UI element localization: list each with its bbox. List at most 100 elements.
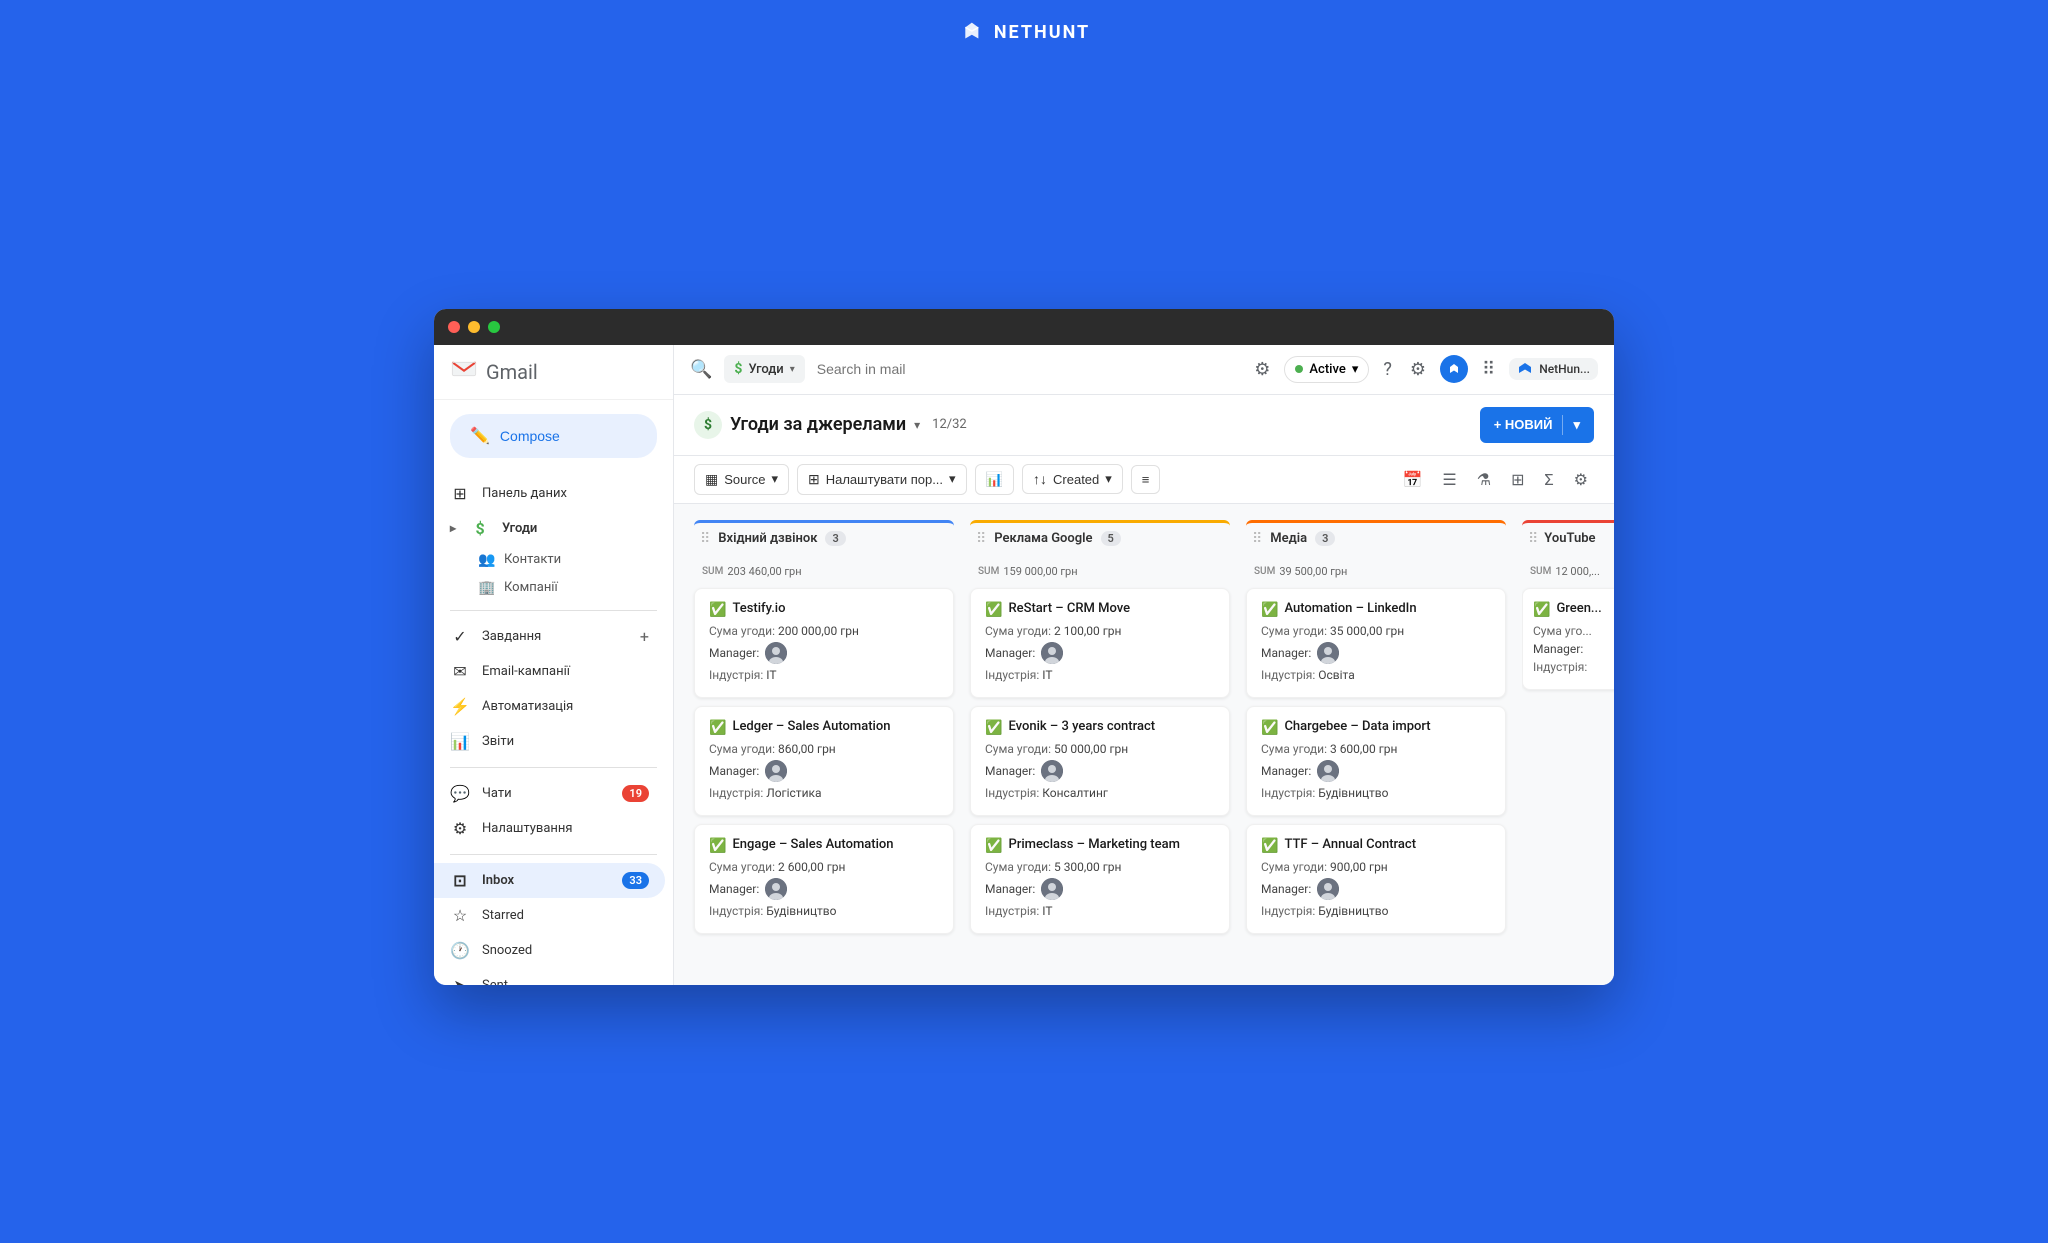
card-amount-ttf: Сума угоди: 900,00 грн bbox=[1261, 860, 1491, 874]
sidebar-item-inbox[interactable]: ⊡ Inbox 33 bbox=[434, 863, 665, 898]
manager-label-7: Manager: bbox=[1261, 646, 1311, 660]
sidebar-item-reports[interactable]: 📊 Звіти bbox=[434, 724, 665, 759]
new-button-divider bbox=[1562, 415, 1563, 435]
sigma-icon[interactable]: Σ bbox=[1539, 464, 1560, 495]
card-industry-ttf: Індустрія: Будівництво bbox=[1261, 904, 1491, 918]
card-manager-testify: Manager: bbox=[709, 642, 939, 664]
industry-label-8: Індустрія: bbox=[1261, 786, 1318, 800]
sum-label-incoming: sum bbox=[702, 566, 723, 577]
crm-search-tag[interactable]: $ Угоди ▾ bbox=[724, 355, 804, 383]
amount-label-4: Сума угоди: bbox=[985, 624, 1054, 638]
app-layout: Gmail ✏️ Compose ⊞ Панель даних ▸ $ Угод… bbox=[434, 345, 1614, 985]
search-input[interactable] bbox=[817, 361, 1239, 377]
sidebar-item-contacts[interactable]: 👥 Контакти bbox=[434, 546, 665, 574]
check-icon-evonik: ✅ bbox=[985, 720, 1002, 736]
status-dropdown-icon: ▾ bbox=[1352, 362, 1359, 377]
configure-filter-label: Налаштувати пор... bbox=[826, 472, 943, 487]
maximize-button[interactable] bbox=[488, 321, 500, 333]
search-icon[interactable]: 🔍 bbox=[690, 359, 712, 380]
card-title-green: Green... bbox=[1556, 601, 1601, 618]
page-title-dropdown-icon[interactable]: ▾ bbox=[914, 418, 920, 432]
sidebar-item-sent-label: Sent bbox=[482, 978, 508, 985]
card-chargebee[interactable]: ✅ Chargebee – Data import Сума угоди: 3 … bbox=[1246, 706, 1506, 816]
configure-filter-button[interactable]: ⊞ Налаштувати пор... ▾ bbox=[797, 464, 967, 495]
sidebar-item-starred[interactable]: ☆ Starred bbox=[434, 898, 665, 933]
amount-label-9: Сума угоди: bbox=[1261, 860, 1330, 874]
card-green[interactable]: ✅ Green... Сума уго... Manager: Індустрі… bbox=[1522, 588, 1614, 690]
column-settings-icon[interactable]: ⚙ bbox=[1568, 464, 1594, 495]
sidebar-item-panel[interactable]: ⊞ Панель даних bbox=[434, 476, 665, 511]
card-evonik[interactable]: ✅ Evonik – 3 years contract Сума угоди: … bbox=[970, 706, 1230, 816]
page-count: 12/32 bbox=[932, 417, 967, 432]
nethunt-small-icon bbox=[1517, 363, 1533, 375]
card-title-row-linkedin: ✅ Automation – LinkedIn bbox=[1261, 601, 1491, 618]
nethunt-nav-icon[interactable] bbox=[1440, 355, 1468, 383]
chart-button[interactable]: 📊 bbox=[975, 464, 1014, 495]
filter-sliders-icon[interactable]: ⚙ bbox=[1250, 355, 1274, 384]
amount-label-7: Сума угоди: bbox=[1261, 624, 1330, 638]
card-title-restart: ReStart – CRM Move bbox=[1008, 601, 1130, 618]
card-testify[interactable]: ✅ Testify.io Сума угоди: 200 000,00 грн … bbox=[694, 588, 954, 698]
gear-settings-icon[interactable]: ⚙ bbox=[1406, 355, 1430, 384]
columns-view-icon[interactable]: ⊞ bbox=[1505, 464, 1530, 495]
status-pill[interactable]: Active ▾ bbox=[1284, 356, 1369, 383]
sidebar-item-automation[interactable]: ⚡ Автоматизація bbox=[434, 689, 665, 724]
card-title-row-ttf: ✅ TTF – Annual Contract bbox=[1261, 837, 1491, 854]
close-button[interactable] bbox=[448, 321, 460, 333]
compose-button[interactable]: ✏️ Compose bbox=[450, 414, 657, 458]
gmail-header: Gmail bbox=[434, 345, 673, 400]
source-filter-label: Source bbox=[724, 472, 765, 487]
column-count-media: 3 bbox=[1315, 531, 1335, 546]
card-amount-green: Сума уго... bbox=[1533, 624, 1614, 638]
column-title-google: Реклама Google bbox=[994, 531, 1092, 546]
sidebar-item-tasks[interactable]: ✓ Завдання + bbox=[434, 619, 665, 654]
card-manager-engage: Manager: bbox=[709, 878, 939, 900]
check-icon-chargebee: ✅ bbox=[1261, 720, 1278, 736]
manager-label-9: Manager: bbox=[1261, 882, 1311, 896]
help-icon[interactable]: ? bbox=[1379, 355, 1396, 384]
card-amount-restart: Сума угоди: 2 100,00 грн bbox=[985, 624, 1215, 638]
card-manager-primeclass: Manager: bbox=[985, 878, 1215, 900]
sidebar-item-email-campaigns[interactable]: ✉ Email-кампанії bbox=[434, 654, 665, 689]
card-ledger[interactable]: ✅ Ledger – Sales Automation Сума угоди: … bbox=[694, 706, 954, 816]
chats-icon: 💬 bbox=[450, 784, 470, 803]
avatar-svg-5 bbox=[1041, 760, 1063, 782]
add-task-icon[interactable]: + bbox=[640, 627, 649, 646]
sidebar-item-snoozed[interactable]: 🕐 Snoozed bbox=[434, 933, 665, 968]
source-filter-button[interactable]: ▦ Source ▾ bbox=[694, 464, 789, 495]
tasks-icon: ✓ bbox=[450, 627, 470, 646]
filter-icon[interactable]: ⚗ bbox=[1471, 464, 1497, 495]
sidebar-item-chats[interactable]: 💬 Чати 19 bbox=[434, 776, 665, 811]
page-title: Угоди за джерелами bbox=[730, 414, 906, 435]
card-industry-restart: Індустрія: IT bbox=[985, 668, 1215, 682]
topbar-actions: ⚙ Active ▾ ? ⚙ ⠿ bbox=[1250, 355, 1598, 384]
sidebar-item-settings[interactable]: ⚙ Налаштування bbox=[434, 811, 665, 846]
sidebar-item-deals-parent[interactable]: ▸ $ Угоди bbox=[434, 511, 665, 546]
created-sort-button[interactable]: ↑↓ Created ▾ bbox=[1022, 464, 1123, 494]
card-primeclass[interactable]: ✅ Primeclass – Marketing team Сума угоди… bbox=[970, 824, 1230, 934]
clock-icon: 🕐 bbox=[450, 941, 470, 960]
account-avatar[interactable]: NetHun... bbox=[1509, 358, 1598, 380]
card-title-row-testify: ✅ Testify.io bbox=[709, 601, 939, 618]
card-title-row-green: ✅ Green... bbox=[1533, 601, 1614, 618]
calendar-view-icon[interactable]: 📅 bbox=[1397, 464, 1429, 495]
card-title-row-restart: ✅ ReStart – CRM Move bbox=[985, 601, 1215, 618]
sidebar-item-sent[interactable]: ➤ Sent bbox=[434, 968, 665, 985]
card-title-linkedin: Automation – LinkedIn bbox=[1284, 601, 1416, 618]
new-button[interactable]: + НОВИЙ ▾ bbox=[1480, 407, 1594, 443]
minimize-button[interactable] bbox=[468, 321, 480, 333]
card-ttf[interactable]: ✅ TTF – Annual Contract Сума угоди: 900,… bbox=[1246, 824, 1506, 934]
card-engage[interactable]: ✅ Engage – Sales Automation Сума угоди: … bbox=[694, 824, 954, 934]
card-restart[interactable]: ✅ ReStart – CRM Move Сума угоди: 2 100,0… bbox=[970, 588, 1230, 698]
card-automation-linkedin[interactable]: ✅ Automation – LinkedIn Сума угоди: 35 0… bbox=[1246, 588, 1506, 698]
browser-window: Gmail ✏️ Compose ⊞ Панель даних ▸ $ Угод… bbox=[434, 309, 1614, 985]
apps-grid-icon[interactable]: ⠿ bbox=[1478, 355, 1499, 384]
sidebar-item-starred-label: Starred bbox=[482, 908, 524, 923]
column-title-youtube: YouTube bbox=[1544, 531, 1595, 546]
sidebar-item-companies[interactable]: 🏢 Компанії bbox=[434, 574, 665, 602]
additional-sort-button[interactable]: ≡ bbox=[1131, 465, 1161, 494]
amount-label-8: Сума угоди: bbox=[1261, 742, 1330, 756]
new-button-arrow-icon: ▾ bbox=[1573, 417, 1580, 433]
card-title-testify: Testify.io bbox=[732, 601, 785, 618]
list-view-icon[interactable]: ☰ bbox=[1436, 464, 1462, 495]
